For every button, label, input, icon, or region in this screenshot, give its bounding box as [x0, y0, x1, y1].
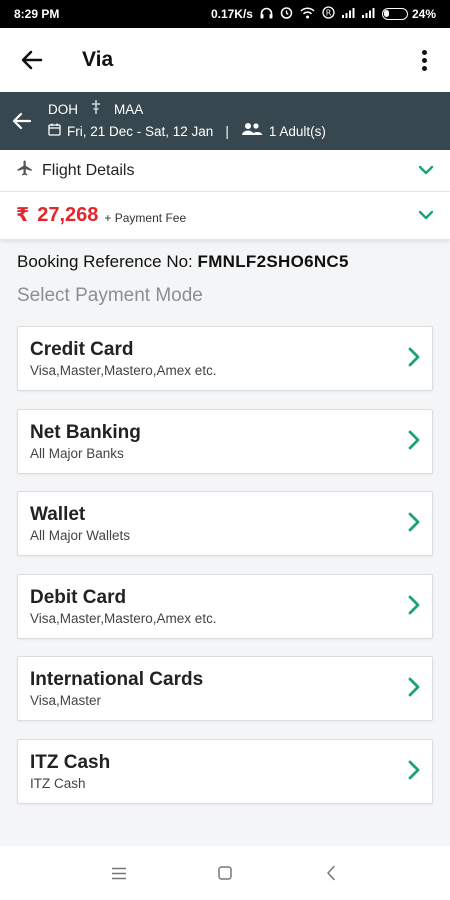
system-nav-bar	[0, 846, 450, 900]
chevron-down-icon[interactable]	[418, 207, 434, 225]
app-title: Via	[82, 48, 114, 71]
payment-mode-subtitle: Visa,Master,Mastero,Amex etc.	[30, 363, 217, 378]
trip-info: DOH MAA Fri, 21 Dec - Sat, 12 Jan | 1 Ad…	[48, 99, 326, 143]
payment-mode-subtitle: All Major Banks	[30, 445, 124, 461]
travel-dates: Fri, 21 Dec - Sat, 12 Jan	[67, 124, 214, 139]
payment-mode-itz-cash[interactable]: ITZ Cash ITZ Cash	[17, 738, 433, 804]
payment-mode-title: Debit Card	[30, 586, 127, 608]
traveller-count: 1 Adult(s)	[268, 124, 326, 139]
payment-mode-credit-card[interactable]: Credit Card Visa,Master,Mastero,Amex etc…	[17, 326, 433, 391]
payment-mode-title: Wallet	[30, 504, 86, 525]
fare-amount: 27,268	[37, 204, 99, 226]
payment-mode-net-banking[interactable]: Net Banking All Major Banks	[17, 408, 433, 474]
payment-mode-heading: Select Payment Mode	[17, 285, 203, 306]
payment-mode-wallet[interactable]: Wallet All Major Wallets	[17, 491, 433, 556]
arrow-left-icon[interactable]	[0, 112, 44, 130]
chevron-right-icon	[408, 512, 420, 537]
status-icons: 0.17K/s R 24%	[211, 6, 436, 22]
signal-icon	[341, 7, 355, 21]
payment-mode-international-cards[interactable]: International Cards Visa,Master	[17, 656, 433, 721]
network-speed: 0.17K/s	[210, 7, 253, 21]
battery-icon: 24%	[381, 7, 436, 21]
payment-mode-debit-card[interactable]: Debit Card Visa,Master,Mastero,Amex etc.	[17, 573, 433, 639]
payment-mode-title: ITZ Cash	[30, 751, 111, 773]
calendar-icon	[48, 121, 61, 143]
payment-mode-subtitle: All Major Wallets	[30, 528, 131, 543]
chevron-right-icon	[408, 347, 420, 372]
booking-reference-value: FMNLF2SHO6NC5	[197, 252, 349, 271]
currency-symbol: ₹	[16, 205, 30, 226]
fare-summary-toggle[interactable]: ₹ 27,268 + Payment Fee	[0, 192, 450, 240]
wifi-icon	[300, 6, 315, 22]
airplane-icon	[16, 159, 34, 182]
chevron-right-icon	[408, 677, 420, 702]
flight-details-label: Flight Details	[42, 161, 135, 179]
separator: |	[225, 124, 229, 139]
svg-text:R: R	[326, 8, 332, 17]
battery-percent: 24%	[411, 7, 436, 21]
home-square-icon[interactable]	[211, 865, 239, 881]
status-bar: 8:29 PM 0.17K/s R 24%	[0, 0, 450, 28]
status-time: 8:29 PM	[14, 7, 60, 21]
flight-details-toggle[interactable]: Flight Details	[0, 150, 450, 192]
payment-mode-title: Net Banking	[30, 421, 141, 443]
r-badge-icon: R	[322, 6, 335, 22]
flight-route-icon	[90, 99, 102, 121]
payment-mode-subtitle: ITZ Cash	[30, 775, 86, 791]
chevron-right-icon	[408, 760, 420, 785]
payment-mode-title: International Cards	[30, 669, 204, 690]
chevron-right-icon	[408, 430, 420, 455]
menu-icon[interactable]	[105, 867, 133, 880]
booking-reference-label: Booking Reference No:	[17, 252, 193, 271]
payment-mode-title: Credit Card	[30, 339, 134, 360]
destination-code: MAA	[114, 102, 144, 117]
back-triangle-icon[interactable]	[317, 865, 345, 881]
arrow-left-icon[interactable]	[16, 44, 48, 76]
signal-icon	[361, 7, 375, 21]
alarm-icon	[280, 6, 293, 22]
booking-reference: Booking Reference No: FMNLF2SHO6NC5	[17, 252, 349, 272]
payment-mode-subtitle: Visa,Master,Mastero,Amex etc.	[30, 610, 217, 626]
origin-code: DOH	[48, 102, 78, 117]
people-icon	[241, 121, 263, 143]
headphones-icon	[260, 7, 273, 22]
chevron-right-icon	[408, 595, 420, 620]
app-bar: Via	[0, 28, 450, 92]
payment-mode-list: Credit Card Visa,Master,Mastero,Amex etc…	[17, 326, 433, 821]
trip-summary-bar: DOH MAA Fri, 21 Dec - Sat, 12 Jan | 1 Ad…	[0, 92, 450, 150]
chevron-down-icon[interactable]	[418, 162, 434, 180]
more-vertical-icon[interactable]	[414, 49, 434, 71]
payment-fee-note: + Payment Fee	[104, 210, 187, 225]
payment-mode-subtitle: Visa,Master	[30, 693, 102, 708]
